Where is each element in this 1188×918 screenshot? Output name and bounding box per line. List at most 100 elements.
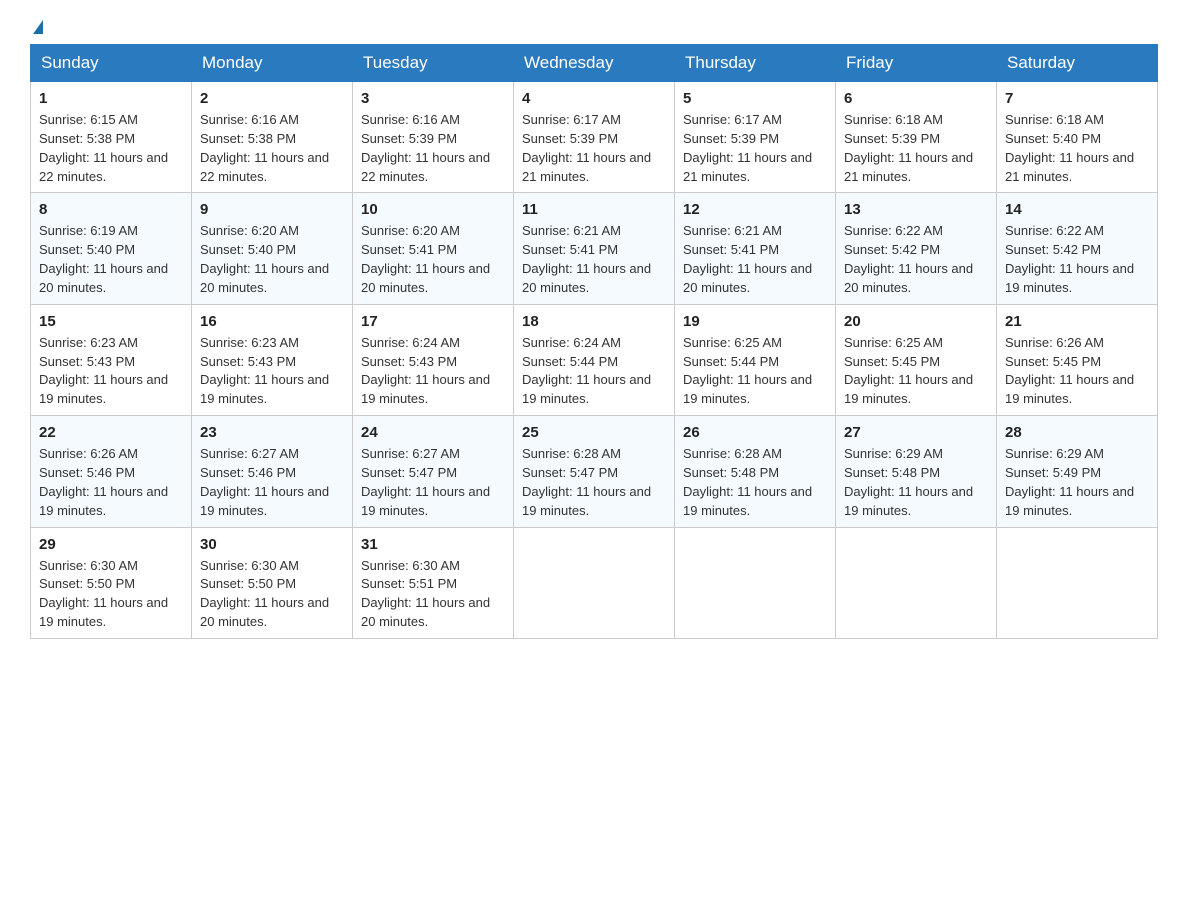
page-header — [30, 20, 1158, 34]
calendar-cell: 10 Sunrise: 6:20 AMSunset: 5:41 PMDaylig… — [353, 193, 514, 304]
calendar-cell — [836, 527, 997, 638]
day-number: 6 — [844, 88, 988, 109]
day-number: 16 — [200, 311, 344, 332]
day-info: Sunrise: 6:30 AMSunset: 5:51 PMDaylight:… — [361, 557, 505, 632]
calendar-cell — [997, 527, 1158, 638]
calendar-cell: 8 Sunrise: 6:19 AMSunset: 5:40 PMDayligh… — [31, 193, 192, 304]
weekday-header-sunday: Sunday — [31, 45, 192, 82]
day-info: Sunrise: 6:25 AMSunset: 5:44 PMDaylight:… — [683, 334, 827, 409]
calendar-cell: 11 Sunrise: 6:21 AMSunset: 5:41 PMDaylig… — [514, 193, 675, 304]
day-info: Sunrise: 6:26 AMSunset: 5:45 PMDaylight:… — [1005, 334, 1149, 409]
day-number: 30 — [200, 534, 344, 555]
day-number: 11 — [522, 199, 666, 220]
day-info: Sunrise: 6:24 AMSunset: 5:44 PMDaylight:… — [522, 334, 666, 409]
day-info: Sunrise: 6:22 AMSunset: 5:42 PMDaylight:… — [1005, 222, 1149, 297]
day-number: 8 — [39, 199, 183, 220]
weekday-header-thursday: Thursday — [675, 45, 836, 82]
day-info: Sunrise: 6:17 AMSunset: 5:39 PMDaylight:… — [522, 111, 666, 186]
day-info: Sunrise: 6:27 AMSunset: 5:46 PMDaylight:… — [200, 445, 344, 520]
calendar-cell: 19 Sunrise: 6:25 AMSunset: 5:44 PMDaylig… — [675, 304, 836, 415]
calendar-week-row: 29 Sunrise: 6:30 AMSunset: 5:50 PMDaylig… — [31, 527, 1158, 638]
calendar-cell — [514, 527, 675, 638]
weekday-header-tuesday: Tuesday — [353, 45, 514, 82]
day-number: 25 — [522, 422, 666, 443]
day-info: Sunrise: 6:29 AMSunset: 5:49 PMDaylight:… — [1005, 445, 1149, 520]
day-info: Sunrise: 6:28 AMSunset: 5:47 PMDaylight:… — [522, 445, 666, 520]
day-info: Sunrise: 6:30 AMSunset: 5:50 PMDaylight:… — [200, 557, 344, 632]
day-info: Sunrise: 6:18 AMSunset: 5:40 PMDaylight:… — [1005, 111, 1149, 186]
calendar-cell: 18 Sunrise: 6:24 AMSunset: 5:44 PMDaylig… — [514, 304, 675, 415]
day-number: 3 — [361, 88, 505, 109]
calendar-cell: 5 Sunrise: 6:17 AMSunset: 5:39 PMDayligh… — [675, 82, 836, 193]
day-number: 22 — [39, 422, 183, 443]
calendar-cell: 7 Sunrise: 6:18 AMSunset: 5:40 PMDayligh… — [997, 82, 1158, 193]
day-number: 29 — [39, 534, 183, 555]
day-number: 2 — [200, 88, 344, 109]
calendar-cell: 30 Sunrise: 6:30 AMSunset: 5:50 PMDaylig… — [192, 527, 353, 638]
day-info: Sunrise: 6:30 AMSunset: 5:50 PMDaylight:… — [39, 557, 183, 632]
calendar-cell: 24 Sunrise: 6:27 AMSunset: 5:47 PMDaylig… — [353, 416, 514, 527]
calendar-cell: 6 Sunrise: 6:18 AMSunset: 5:39 PMDayligh… — [836, 82, 997, 193]
day-info: Sunrise: 6:19 AMSunset: 5:40 PMDaylight:… — [39, 222, 183, 297]
day-number: 26 — [683, 422, 827, 443]
calendar-cell: 20 Sunrise: 6:25 AMSunset: 5:45 PMDaylig… — [836, 304, 997, 415]
day-info: Sunrise: 6:21 AMSunset: 5:41 PMDaylight:… — [683, 222, 827, 297]
calendar-cell — [675, 527, 836, 638]
day-info: Sunrise: 6:27 AMSunset: 5:47 PMDaylight:… — [361, 445, 505, 520]
day-number: 31 — [361, 534, 505, 555]
day-info: Sunrise: 6:16 AMSunset: 5:39 PMDaylight:… — [361, 111, 505, 186]
day-info: Sunrise: 6:21 AMSunset: 5:41 PMDaylight:… — [522, 222, 666, 297]
calendar-cell: 25 Sunrise: 6:28 AMSunset: 5:47 PMDaylig… — [514, 416, 675, 527]
day-info: Sunrise: 6:28 AMSunset: 5:48 PMDaylight:… — [683, 445, 827, 520]
day-info: Sunrise: 6:25 AMSunset: 5:45 PMDaylight:… — [844, 334, 988, 409]
calendar-cell: 22 Sunrise: 6:26 AMSunset: 5:46 PMDaylig… — [31, 416, 192, 527]
day-number: 10 — [361, 199, 505, 220]
calendar-cell: 12 Sunrise: 6:21 AMSunset: 5:41 PMDaylig… — [675, 193, 836, 304]
day-info: Sunrise: 6:16 AMSunset: 5:38 PMDaylight:… — [200, 111, 344, 186]
calendar-cell: 27 Sunrise: 6:29 AMSunset: 5:48 PMDaylig… — [836, 416, 997, 527]
calendar-cell: 29 Sunrise: 6:30 AMSunset: 5:50 PMDaylig… — [31, 527, 192, 638]
day-info: Sunrise: 6:26 AMSunset: 5:46 PMDaylight:… — [39, 445, 183, 520]
day-number: 7 — [1005, 88, 1149, 109]
day-number: 5 — [683, 88, 827, 109]
calendar-week-row: 22 Sunrise: 6:26 AMSunset: 5:46 PMDaylig… — [31, 416, 1158, 527]
day-number: 18 — [522, 311, 666, 332]
calendar-cell: 1 Sunrise: 6:15 AMSunset: 5:38 PMDayligh… — [31, 82, 192, 193]
calendar-cell: 4 Sunrise: 6:17 AMSunset: 5:39 PMDayligh… — [514, 82, 675, 193]
calendar-cell: 14 Sunrise: 6:22 AMSunset: 5:42 PMDaylig… — [997, 193, 1158, 304]
day-number: 4 — [522, 88, 666, 109]
day-info: Sunrise: 6:23 AMSunset: 5:43 PMDaylight:… — [200, 334, 344, 409]
calendar-cell: 3 Sunrise: 6:16 AMSunset: 5:39 PMDayligh… — [353, 82, 514, 193]
day-number: 17 — [361, 311, 505, 332]
logo-triangle-icon — [33, 20, 43, 34]
calendar-week-row: 15 Sunrise: 6:23 AMSunset: 5:43 PMDaylig… — [31, 304, 1158, 415]
calendar-week-row: 1 Sunrise: 6:15 AMSunset: 5:38 PMDayligh… — [31, 82, 1158, 193]
calendar-cell: 9 Sunrise: 6:20 AMSunset: 5:40 PMDayligh… — [192, 193, 353, 304]
weekday-header-wednesday: Wednesday — [514, 45, 675, 82]
day-number: 28 — [1005, 422, 1149, 443]
day-info: Sunrise: 6:17 AMSunset: 5:39 PMDaylight:… — [683, 111, 827, 186]
weekday-header-row: SundayMondayTuesdayWednesdayThursdayFrid… — [31, 45, 1158, 82]
day-info: Sunrise: 6:18 AMSunset: 5:39 PMDaylight:… — [844, 111, 988, 186]
calendar-cell: 28 Sunrise: 6:29 AMSunset: 5:49 PMDaylig… — [997, 416, 1158, 527]
day-number: 12 — [683, 199, 827, 220]
day-info: Sunrise: 6:20 AMSunset: 5:41 PMDaylight:… — [361, 222, 505, 297]
calendar-cell: 2 Sunrise: 6:16 AMSunset: 5:38 PMDayligh… — [192, 82, 353, 193]
day-number: 21 — [1005, 311, 1149, 332]
calendar-cell: 31 Sunrise: 6:30 AMSunset: 5:51 PMDaylig… — [353, 527, 514, 638]
calendar-cell: 21 Sunrise: 6:26 AMSunset: 5:45 PMDaylig… — [997, 304, 1158, 415]
day-number: 14 — [1005, 199, 1149, 220]
day-info: Sunrise: 6:22 AMSunset: 5:42 PMDaylight:… — [844, 222, 988, 297]
calendar-cell: 13 Sunrise: 6:22 AMSunset: 5:42 PMDaylig… — [836, 193, 997, 304]
day-info: Sunrise: 6:15 AMSunset: 5:38 PMDaylight:… — [39, 111, 183, 186]
calendar-cell: 15 Sunrise: 6:23 AMSunset: 5:43 PMDaylig… — [31, 304, 192, 415]
day-number: 15 — [39, 311, 183, 332]
calendar-week-row: 8 Sunrise: 6:19 AMSunset: 5:40 PMDayligh… — [31, 193, 1158, 304]
calendar-cell: 23 Sunrise: 6:27 AMSunset: 5:46 PMDaylig… — [192, 416, 353, 527]
calendar-cell: 26 Sunrise: 6:28 AMSunset: 5:48 PMDaylig… — [675, 416, 836, 527]
day-info: Sunrise: 6:29 AMSunset: 5:48 PMDaylight:… — [844, 445, 988, 520]
day-info: Sunrise: 6:24 AMSunset: 5:43 PMDaylight:… — [361, 334, 505, 409]
day-number: 9 — [200, 199, 344, 220]
day-number: 20 — [844, 311, 988, 332]
day-number: 24 — [361, 422, 505, 443]
